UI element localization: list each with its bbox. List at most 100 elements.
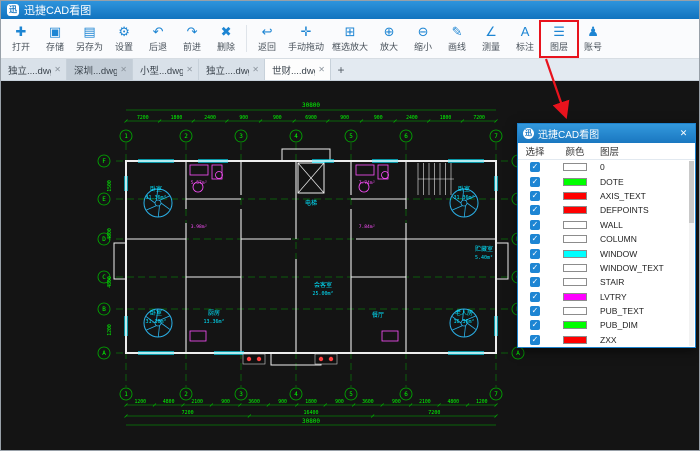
layer-row[interactable]: ✓WALL [518, 218, 695, 232]
layer-row[interactable]: ✓STAIR [518, 275, 695, 289]
layer-row[interactable]: ✓PUB_DIM [518, 318, 695, 332]
toolbar-button-settings[interactable]: ⚙设置 [107, 19, 141, 58]
tab-2[interactable]: 小型...dwg✕ [133, 59, 199, 80]
tab-label: 世财....dwg [272, 63, 315, 77]
layer-checkbox[interactable]: ✓ [530, 277, 540, 287]
toolbar-button-draw-line[interactable]: ✎画线 [440, 19, 474, 58]
toolbar-button-save[interactable]: ▣存储 [38, 19, 72, 58]
layer-name: AXIS_TEXT [598, 191, 695, 201]
toolbar-button-delete[interactable]: ✖删除 [209, 19, 243, 58]
toolbar-button-open[interactable]: ✚打开 [4, 19, 38, 58]
toolbar-button-label: 打开 [12, 40, 30, 53]
layer-checkbox[interactable]: ✓ [530, 220, 540, 230]
layer-color-swatch[interactable] [563, 235, 587, 243]
layer-checkbox[interactable]: ✓ [530, 320, 540, 330]
panel-close-icon[interactable]: ✕ [677, 127, 690, 140]
toolbar-button-forward[interactable]: ↷前进 [175, 19, 209, 58]
tab-3[interactable]: 独立....dwg✕ [199, 59, 265, 80]
toolbar-button-box-zoom[interactable]: ⊞框选放大 [328, 19, 372, 58]
layers-scrollbar-thumb[interactable] [689, 161, 694, 223]
svg-text:31.36m²: 31.36m² [453, 195, 474, 201]
layer-checkbox[interactable]: ✓ [530, 292, 540, 302]
tab-close-icon[interactable]: ✕ [51, 65, 61, 74]
cad-drawing[interactable]: 11223344556677FFEEDDCCBBAA30800720018002… [86, 91, 536, 436]
svg-text:7200: 7200 [473, 115, 485, 121]
column-header-color: 颜色 [552, 144, 598, 158]
layer-row[interactable]: ✓ AXIS_TEXT [518, 189, 695, 203]
tab-close-icon[interactable]: ✕ [183, 65, 193, 74]
layer-color-swatch[interactable] [563, 264, 587, 272]
layer-checkbox[interactable]: ✓ [530, 162, 540, 172]
tab-close-icon[interactable]: ✕ [315, 65, 325, 74]
layer-row[interactable]: ✓ZXX [518, 333, 695, 347]
layer-checkbox[interactable]: ✓ [530, 263, 540, 273]
toolbar-button-annotate[interactable]: A标注 [508, 19, 542, 58]
tab-close-icon[interactable]: ✕ [249, 65, 259, 74]
back-arrow-icon: ↶ [153, 24, 164, 39]
tab-close-icon[interactable]: ✕ [117, 65, 127, 74]
layers-panel-titlebar[interactable]: 迅 迅捷CAD看图 ✕ [518, 124, 695, 143]
layer-select-cell: ✓ [518, 249, 552, 259]
layer-row[interactable]: ✓0 [518, 160, 695, 174]
save-as-icon: ▤ [83, 24, 95, 39]
layer-checkbox[interactable]: ✓ [530, 306, 540, 316]
layer-color-swatch[interactable] [563, 163, 587, 171]
layer-color-swatch[interactable] [563, 321, 587, 329]
layer-checkbox[interactable]: ✓ [530, 249, 540, 259]
layers-scrollbar[interactable] [689, 161, 694, 346]
svg-text:900: 900 [340, 115, 349, 121]
svg-text:4: 4 [294, 133, 298, 140]
toolbar-button-zoom-in[interactable]: ⊕放大 [372, 19, 406, 58]
svg-text:老人房: 老人房 [455, 309, 473, 317]
layer-checkbox[interactable]: ✓ [530, 191, 540, 201]
layer-color-swatch[interactable] [563, 178, 587, 186]
layer-row[interactable]: ✓COLUMN [518, 232, 695, 246]
svg-text:厨房: 厨房 [208, 309, 220, 317]
room-label-layer: 卧室31.36m²卧室31.36m²电梯会客室25.00m²厨房13.36m²餐… [145, 185, 493, 325]
layer-color-swatch[interactable] [563, 250, 587, 258]
layer-color-cell [552, 206, 598, 214]
layer-row[interactable]: ✓DOTE [518, 174, 695, 188]
layer-checkbox[interactable]: ✓ [530, 335, 540, 345]
layer-color-swatch[interactable] [563, 293, 587, 301]
toolbar-button-zoom-out[interactable]: ⊖缩小 [406, 19, 440, 58]
toolbar-button-return[interactable]: ↩返回 [250, 19, 284, 58]
toolbar-button-pan[interactable]: ✛手动拖动 [284, 19, 328, 58]
toolbar-button-account[interactable]: ♟账号 [576, 19, 610, 58]
layer-row[interactable]: ✓WINDOW [518, 246, 695, 260]
toolbar-button-save-as[interactable]: ▤另存为 [72, 19, 107, 58]
layer-select-cell: ✓ [518, 191, 552, 201]
zoom-out-icon: ⊖ [418, 24, 429, 39]
layer-checkbox[interactable]: ✓ [530, 205, 540, 215]
layer-color-swatch[interactable] [563, 307, 587, 315]
tab-0[interactable]: 独立....dwg✕ [1, 59, 67, 80]
new-tab-button[interactable]: + [331, 59, 351, 80]
tab-4[interactable]: 世财....dwg✕ [265, 59, 331, 80]
layer-color-swatch[interactable] [563, 278, 587, 286]
toolbar-button-label: 设置 [115, 40, 133, 53]
svg-text:13.36m²: 13.36m² [203, 319, 224, 325]
toolbar-button-layers[interactable]: ☰图层 [542, 19, 576, 58]
layer-color-cell [552, 321, 598, 329]
svg-text:7: 7 [494, 133, 498, 140]
layer-row[interactable]: ✓DEFPOINTS [518, 203, 695, 217]
toolbar-button-measure[interactable]: ∠测量 [474, 19, 508, 58]
toolbar-button-back[interactable]: ↶后退 [141, 19, 175, 58]
ceiling-fan-decorations [144, 189, 478, 337]
layer-name: WINDOW_TEXT [598, 263, 695, 273]
layer-checkbox[interactable]: ✓ [530, 177, 540, 187]
svg-text:900: 900 [278, 399, 287, 405]
layer-color-swatch[interactable] [563, 221, 587, 229]
layers-icon: ☰ [553, 24, 565, 39]
layer-row[interactable]: ✓ WINDOW_TEXT [518, 261, 695, 275]
layer-checkbox[interactable]: ✓ [530, 234, 540, 244]
annotate-icon: A [521, 24, 530, 39]
layer-row[interactable]: ✓PUB_TEXT [518, 304, 695, 318]
layer-color-swatch[interactable] [563, 206, 587, 214]
tab-1[interactable]: 深圳...dwg✕ [67, 59, 133, 80]
layers-list: ✓0✓DOTE✓AXIS_TEXT✓DEFPOINTS✓WALL✓COLUMN✓… [518, 160, 695, 347]
layer-row[interactable]: ✓LVTRY [518, 290, 695, 304]
toolbar-button-label: 前进 [183, 40, 201, 53]
layer-color-swatch[interactable] [563, 192, 587, 200]
layer-color-swatch[interactable] [563, 336, 587, 344]
